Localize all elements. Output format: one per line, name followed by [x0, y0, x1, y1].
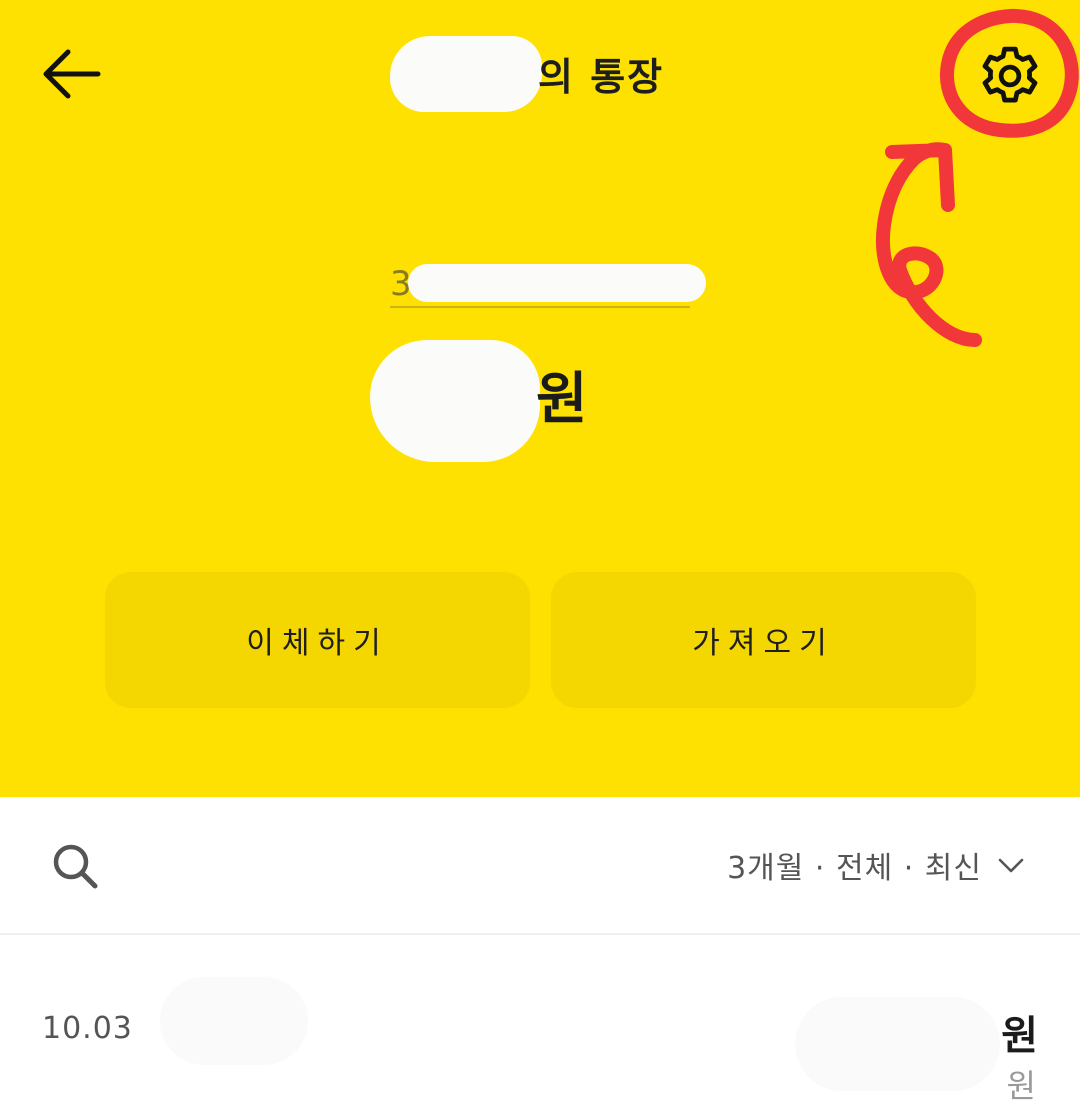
- transaction-date: 10.03: [42, 1011, 133, 1046]
- account-balance: 원: [366, 340, 606, 465]
- filter-label: 3개월 · 전체 · 최신: [727, 851, 982, 886]
- search-button[interactable]: [50, 841, 100, 891]
- account-number-underline: [390, 306, 690, 308]
- redacted-account-number: [408, 264, 706, 302]
- transfer-button[interactable]: 이체하기: [105, 572, 530, 708]
- gear-icon: [982, 46, 1038, 103]
- redacted-transaction-name: [160, 977, 308, 1065]
- transaction-filter-bar: 3개월 · 전체 · 최신: [0, 797, 1080, 935]
- redacted-owner-name: [390, 36, 542, 112]
- transaction-row[interactable]: 10.03 원 원: [0, 937, 1080, 1106]
- arrow-left-icon: [43, 49, 101, 99]
- filter-dropdown[interactable]: 3개월 · 전체 · 최신: [727, 843, 1026, 887]
- settings-button[interactable]: [972, 38, 1048, 114]
- back-button[interactable]: [36, 38, 108, 110]
- chevron-down-icon: [998, 858, 1024, 873]
- page-title: 의 통장: [388, 34, 698, 114]
- account-number[interactable]: 3: [388, 258, 708, 310]
- fetch-button[interactable]: 가져오기: [551, 572, 976, 708]
- balance-unit: 원: [536, 367, 588, 432]
- account-hero: 의 통장 3 원 이체하기 가져오기: [0, 0, 1080, 797]
- page-title-suffix: 의 통장: [538, 55, 665, 99]
- search-icon: [53, 844, 98, 889]
- redacted-transaction-amount: [795, 997, 1000, 1091]
- redacted-balance-amount: [370, 340, 540, 462]
- transaction-amount-unit: 원: [1001, 1013, 1038, 1059]
- transaction-balance-unit: 원: [1006, 1067, 1036, 1105]
